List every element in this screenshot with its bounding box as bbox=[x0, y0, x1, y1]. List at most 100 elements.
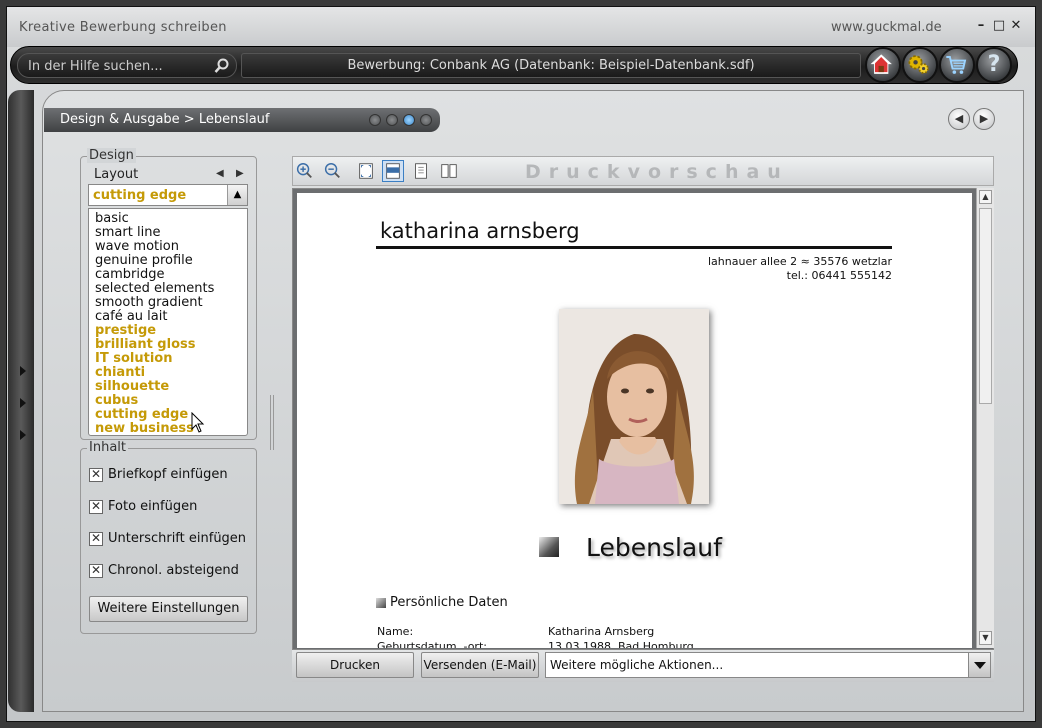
back-button[interactable]: ◀ bbox=[948, 108, 970, 130]
help-icon: ? bbox=[987, 52, 1001, 77]
layout-next-icon[interactable]: ▶ bbox=[236, 168, 244, 179]
chevron-left-icon: ◀ bbox=[954, 112, 964, 125]
scroll-up-icon[interactable]: ▲ bbox=[979, 190, 992, 204]
layout-prev-icon[interactable]: ◀ bbox=[216, 168, 224, 179]
header-rule bbox=[376, 246, 892, 249]
layout-option[interactable]: IT solution bbox=[95, 351, 172, 366]
foto-checkbox[interactable]: ✕ bbox=[89, 500, 103, 514]
cart-icon bbox=[946, 56, 967, 74]
actions-select[interactable]: Weitere mögliche Aktionen... bbox=[545, 652, 991, 678]
step-dot[interactable] bbox=[386, 114, 398, 126]
document-page: katharina arnsberg lahnauer allee 2 ≈ 35… bbox=[297, 193, 972, 648]
search-input[interactable]: In der Hilfe suchen... bbox=[28, 59, 163, 74]
mouse-cursor-icon bbox=[191, 412, 205, 433]
panel-splitter[interactable] bbox=[270, 395, 274, 450]
expand-arrow-icon[interactable] bbox=[20, 366, 26, 376]
step-dot[interactable] bbox=[420, 114, 432, 126]
briefkopf-checkbox[interactable]: ✕ bbox=[89, 468, 103, 482]
single-page-icon[interactable] bbox=[410, 160, 432, 182]
title-bar[interactable]: Kreative Bewerbung schreiben www.guckmal… bbox=[7, 7, 1035, 47]
layout-option[interactable]: brilliant gloss bbox=[95, 337, 195, 352]
side-handle[interactable] bbox=[8, 90, 34, 712]
search-icon[interactable] bbox=[214, 58, 230, 74]
layout-option[interactable]: silhouette bbox=[95, 379, 169, 394]
layout-option[interactable]: prestige bbox=[95, 323, 156, 338]
main-toolbar: In der Hilfe suchen... Bewerbung: Conban… bbox=[10, 46, 1018, 84]
zoom-out-icon[interactable] bbox=[321, 160, 343, 182]
unterschrift-label: Unterschrift einfügen bbox=[108, 531, 247, 546]
briefkopf-label: Briefkopf einfügen bbox=[108, 467, 228, 482]
row-key: Name: bbox=[377, 625, 414, 638]
foto-label: Foto einfügen bbox=[108, 499, 198, 514]
two-pages-icon[interactable] bbox=[438, 160, 460, 182]
layout-option[interactable]: cutting edge bbox=[95, 407, 188, 422]
scroll-thumb[interactable] bbox=[979, 208, 992, 404]
layout-option[interactable]: smart line bbox=[95, 225, 160, 240]
chevron-right-icon: ▶ bbox=[979, 112, 989, 125]
preview-title: Druckvorschau bbox=[525, 161, 789, 183]
help-search[interactable]: In der Hilfe suchen... bbox=[17, 53, 237, 78]
print-button[interactable]: Drucken bbox=[296, 652, 414, 678]
expand-arrow-icon[interactable] bbox=[20, 430, 26, 440]
layout-option[interactable]: selected elements bbox=[95, 281, 214, 296]
row-key: Geburtsdatum, -ort: bbox=[377, 640, 487, 648]
layout-option[interactable]: basic bbox=[95, 211, 129, 226]
inhalt-group-label: Inhalt bbox=[87, 440, 128, 455]
section-bullet-icon bbox=[376, 598, 386, 608]
step-dot-active[interactable] bbox=[403, 114, 415, 126]
window-title: Kreative Bewerbung schreiben bbox=[19, 20, 227, 35]
home-icon bbox=[870, 54, 892, 74]
design-group-label: Design bbox=[87, 148, 136, 163]
layout-option[interactable]: café au lait bbox=[95, 309, 167, 324]
document-section-title: Persönliche Daten bbox=[390, 595, 508, 610]
settings-button[interactable] bbox=[902, 47, 938, 83]
dropdown-up-icon[interactable]: ▲ bbox=[227, 185, 247, 205]
chronol-checkbox[interactable]: ✕ bbox=[89, 564, 103, 578]
breadcrumb-text: Design & Ausgabe > Lebenslauf bbox=[60, 112, 270, 127]
unterschrift-checkbox[interactable]: ✕ bbox=[89, 532, 103, 546]
help-button[interactable]: ? bbox=[976, 47, 1012, 83]
forward-button[interactable]: ▶ bbox=[973, 108, 995, 130]
document-phone: tel.: 06441 555142 bbox=[786, 269, 892, 282]
minimize-button[interactable]: – bbox=[973, 18, 989, 33]
layout-list[interactable]: basic smart line wave motion genuine profil… bbox=[88, 208, 248, 436]
layout-option[interactable]: genuine profile bbox=[95, 253, 193, 268]
applicant-photo bbox=[559, 309, 709, 504]
expand-arrow-icon[interactable] bbox=[20, 398, 26, 408]
layout-option[interactable]: cubus bbox=[95, 393, 138, 408]
actions-selected-value: Weitere mögliche Aktionen... bbox=[550, 658, 724, 672]
layout-option[interactable]: chianti bbox=[95, 365, 145, 380]
gear-icon bbox=[908, 55, 929, 74]
chronol-label: Chronol. absteigend bbox=[108, 563, 239, 578]
maximize-button[interactable]: □ bbox=[991, 18, 1007, 33]
layout-select[interactable]: cutting edge ▲ bbox=[88, 184, 248, 206]
application-status: Bewerbung: Conbank AG (Datenbank: Beispi… bbox=[241, 53, 861, 78]
preview-scrollbar[interactable]: ▲ ▼ bbox=[976, 188, 994, 648]
row-value: 13.03.1988, Bad Homburg bbox=[548, 640, 694, 648]
fit-width-icon[interactable] bbox=[382, 160, 404, 182]
close-button[interactable]: ✕ bbox=[1008, 18, 1024, 33]
site-url[interactable]: www.guckmal.de bbox=[831, 20, 942, 35]
breadcrumb: Design & Ausgabe > Lebenslauf bbox=[44, 108, 440, 132]
scroll-down-icon[interactable]: ▼ bbox=[979, 631, 992, 645]
step-dot[interactable] bbox=[369, 114, 381, 126]
document-heading: Lebenslauf bbox=[586, 533, 722, 562]
layout-option[interactable]: cambridge bbox=[95, 267, 165, 282]
zoom-in-icon[interactable] bbox=[293, 160, 315, 182]
weitere-einstellungen-button[interactable]: Weitere Einstellungen bbox=[89, 596, 248, 622]
application-window: Kreative Bewerbung schreiben www.guckmal… bbox=[0, 0, 1042, 728]
fit-page-icon[interactable] bbox=[355, 160, 377, 182]
email-button[interactable]: Versenden (E-Mail) bbox=[421, 652, 539, 678]
layout-option[interactable]: new business bbox=[95, 421, 194, 435]
document-name: katharina arnsberg bbox=[380, 219, 580, 243]
document-address: lahnauer allee 2 ≈ 35576 wetzlar bbox=[708, 255, 892, 268]
row-value: Katharina Arnsberg bbox=[548, 625, 655, 638]
home-button[interactable] bbox=[865, 47, 901, 83]
layout-selected-value: cutting edge bbox=[93, 188, 187, 203]
layout-option[interactable]: wave motion bbox=[95, 239, 179, 254]
heading-bullet-icon bbox=[539, 537, 559, 557]
layout-option[interactable]: smooth gradient bbox=[95, 295, 203, 310]
chevron-down-icon[interactable] bbox=[968, 653, 990, 677]
shop-button[interactable] bbox=[939, 47, 975, 83]
layout-label: Layout bbox=[94, 167, 139, 182]
